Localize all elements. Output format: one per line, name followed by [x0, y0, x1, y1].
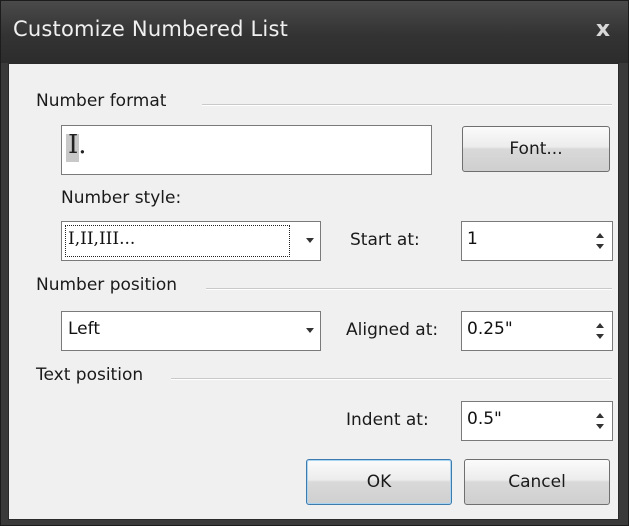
- number-format-value: I.: [68, 130, 87, 160]
- spin-up-icon[interactable]: [596, 413, 604, 418]
- spin-down-icon[interactable]: [596, 244, 604, 249]
- cancel-button[interactable]: Cancel: [464, 459, 610, 505]
- spin-up-icon[interactable]: [596, 323, 604, 328]
- title-bar[interactable]: Customize Numbered List x: [1, 1, 628, 63]
- number-format-divider: [202, 104, 612, 106]
- number-format-input[interactable]: I.: [61, 125, 432, 175]
- font-button[interactable]: Font...: [462, 126, 610, 172]
- cancel-button-label: Cancel: [508, 472, 566, 492]
- spin-down-icon[interactable]: [596, 424, 604, 429]
- aligned-at-value: 0.25": [467, 319, 513, 339]
- indent-at-label: Indent at:: [346, 410, 429, 430]
- start-at-label: Start at:: [350, 230, 420, 250]
- text-position-section-label: Text position: [36, 365, 144, 385]
- aligned-at-spinner[interactable]: 0.25": [461, 311, 613, 351]
- chevron-down-icon[interactable]: [306, 238, 314, 243]
- spin-up-icon[interactable]: [596, 233, 604, 238]
- aligned-at-label: Aligned at:: [346, 320, 439, 340]
- number-format-section-label: Number format: [36, 91, 167, 111]
- font-button-label: Font...: [509, 139, 563, 159]
- start-at-value: 1: [467, 229, 478, 249]
- chevron-down-icon[interactable]: [306, 328, 314, 333]
- number-position-divider: [206, 288, 612, 290]
- number-style-label: Number style:: [61, 188, 182, 208]
- customize-numbered-list-dialog: Customize Numbered List x Number format …: [0, 0, 629, 526]
- close-icon[interactable]: x: [588, 15, 618, 45]
- number-alignment-dropdown[interactable]: Left: [61, 311, 321, 351]
- ok-button-label: OK: [366, 472, 392, 492]
- number-style-value: I,II,III...: [68, 229, 136, 249]
- number-alignment-value: Left: [68, 319, 100, 339]
- start-at-spinner[interactable]: 1: [461, 221, 613, 261]
- dialog-body: Number format I. Font... Number style: I…: [8, 63, 619, 520]
- number-style-dropdown[interactable]: I,II,III...: [61, 221, 321, 261]
- spin-down-icon[interactable]: [596, 334, 604, 339]
- number-position-section-label: Number position: [36, 275, 178, 295]
- indent-at-value: 0.5": [467, 409, 502, 429]
- text-position-divider: [171, 378, 612, 380]
- indent-at-spinner[interactable]: 0.5": [461, 401, 613, 441]
- ok-button[interactable]: OK: [306, 459, 452, 505]
- dialog-title: Customize Numbered List: [13, 17, 289, 41]
